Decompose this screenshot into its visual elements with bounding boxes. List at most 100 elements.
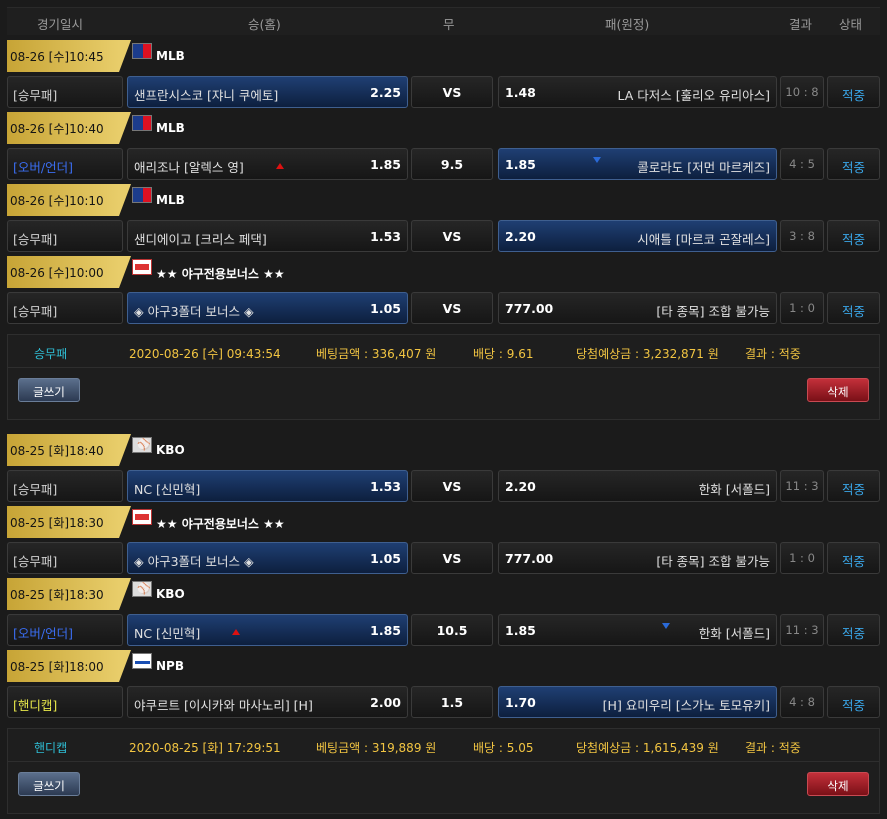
match-score: 3 : 8	[780, 220, 824, 252]
away-option[interactable]: 1.85 콜로라도 [저먼 마르케즈]	[498, 148, 777, 180]
draw-option[interactable]: VS	[411, 292, 493, 324]
home-option[interactable]: 샌디에이고 [크리스 페댁] 1.53	[127, 220, 408, 252]
summary-odds: 배당 : 9.61	[473, 347, 534, 361]
away-odd: 1.85	[505, 623, 536, 638]
write-button[interactable]: 글쓰기	[18, 772, 80, 796]
home-team: ◈ 야구3폴더 보너스 ◈	[134, 304, 254, 319]
match-row: [승무패] 샌프란시스코 [쟈니 쿠에토] 2.25 VS 1.48 LA 다저…	[7, 72, 880, 112]
bet-type: [승무패]	[7, 542, 123, 574]
away-team: [타 종목] 조합 불가능	[656, 554, 770, 569]
away-option[interactable]: 1.70 [H] 요미우리 [스가노 토모유키]	[498, 686, 777, 718]
match-row: [오버/언더] NC [신민혁] 1.85 10.5 1.85 한화 [서폴드]…	[7, 610, 880, 650]
bet-slip: 08-25 [화]18:40 KBO [승무패] NC [신민혁] 1.53 V…	[7, 434, 880, 814]
league-name: MLB	[156, 49, 185, 63]
match-row: [핸디캡] 야쿠르트 [이시카와 마사노리] [H] 2.00 1.5 1.70…	[7, 682, 880, 722]
bet-slip: 08-26 [수]10:45 MLB [승무패] 샌프란시스코 [쟈니 쿠에토]…	[7, 40, 880, 420]
bonus-logo	[132, 259, 152, 275]
summary-expected-win: 당첨예상금 : 3,232,871 원	[576, 347, 719, 361]
match-date: 08-25 [화]18:30	[7, 578, 131, 610]
header-home: 승(홈)	[248, 17, 281, 32]
match-header: 08-25 [화]18:30 KBO	[7, 578, 880, 610]
match-date: 08-26 [수]10:10	[7, 184, 131, 216]
draw-option[interactable]: VS	[411, 470, 493, 502]
match-score: 11 : 3	[780, 614, 824, 646]
away-option[interactable]: 1.85 한화 [서폴드]	[498, 614, 777, 646]
home-option[interactable]: 야쿠르트 [이시카와 마사노리] [H] 2.00	[127, 686, 408, 718]
home-team: 샌프란시스코 [쟈니 쿠에토]	[134, 88, 279, 103]
draw-option[interactable]: 1.5	[411, 686, 493, 718]
header-away: 패(원정)	[605, 17, 650, 32]
away-odd: 1.48	[505, 85, 536, 100]
away-odd: 777.00	[505, 551, 554, 566]
match-score: 10 : 8	[780, 76, 824, 108]
delete-button[interactable]: 삭제	[807, 378, 869, 402]
summary-date: 2020-08-25 [화] 17:29:51	[129, 741, 281, 755]
kbo-logo	[132, 581, 152, 597]
match-header: 08-25 [화]18:00 NPB	[7, 650, 880, 682]
home-team: 샌디에이고 [크리스 페댁]	[134, 232, 267, 247]
arrow-down-icon	[593, 157, 601, 163]
away-option[interactable]: 2.20 시애틀 [마르코 곤잘레스]	[498, 220, 777, 252]
match-score: 4 : 8	[780, 686, 824, 718]
away-option[interactable]: 1.48 LA 다저스 [훌리오 유리아스]	[498, 76, 777, 108]
home-odd: 1.05	[370, 551, 401, 566]
bet-type: [승무패]	[7, 470, 123, 502]
home-odd: 2.00	[370, 695, 401, 710]
draw-option[interactable]: 10.5	[411, 614, 493, 646]
match-status: 적중	[827, 686, 880, 718]
away-option[interactable]: 777.00 [타 종목] 조합 불가능	[498, 292, 777, 324]
match-date: 08-25 [화]18:30	[7, 506, 131, 538]
away-option[interactable]: 777.00 [타 종목] 조합 불가능	[498, 542, 777, 574]
bet-type: [승무패]	[7, 292, 123, 324]
match-status: 적중	[827, 542, 880, 574]
home-option[interactable]: 애리조나 [알렉스 영] 1.85	[127, 148, 408, 180]
home-option[interactable]: ◈ 야구3폴더 보너스 ◈ 1.05	[127, 292, 408, 324]
match-row: [승무패] NC [신민혁] 1.53 VS 2.20 한화 [서폴드] 11 …	[7, 466, 880, 506]
match-row: [승무패] ◈ 야구3폴더 보너스 ◈ 1.05 VS 777.00 [타 종목…	[7, 538, 880, 578]
home-option[interactable]: 샌프란시스코 [쟈니 쿠에토] 2.25	[127, 76, 408, 108]
away-option[interactable]: 2.20 한화 [서폴드]	[498, 470, 777, 502]
header-status: 상태	[839, 17, 863, 32]
match-date: 08-26 [수]10:00	[7, 256, 131, 288]
arrow-down-icon	[662, 623, 670, 629]
league-name: ★★ 야구전용보너스 ★★	[156, 267, 285, 281]
delete-button[interactable]: 삭제	[807, 772, 869, 796]
away-team: 시애틀 [마르코 곤잘레스]	[637, 232, 770, 247]
match-row: [승무패] ◈ 야구3폴더 보너스 ◈ 1.05 VS 777.00 [타 종목…	[7, 288, 880, 328]
slip-summary: 승무패 2020-08-26 [수] 09:43:54 베팅금액 : 336,4…	[7, 334, 880, 368]
league-name: MLB	[156, 121, 185, 135]
home-odd: 1.53	[370, 229, 401, 244]
match-status: 적중	[827, 470, 880, 502]
mlb-logo	[132, 115, 152, 131]
summary-result: 결과 : 적중	[745, 347, 801, 361]
away-team: 한화 [서폴드]	[698, 626, 770, 641]
draw-option[interactable]: VS	[411, 542, 493, 574]
summary-odds: 배당 : 5.05	[473, 741, 534, 755]
summary-type: 승무패	[34, 347, 68, 361]
home-option[interactable]: NC [신민혁] 1.85	[127, 614, 408, 646]
home-odd: 1.85	[370, 623, 401, 638]
draw-option[interactable]: VS	[411, 76, 493, 108]
header-draw: 무	[443, 17, 455, 32]
away-odd: 2.20	[505, 229, 536, 244]
match-date: 08-25 [화]18:40	[7, 434, 131, 466]
away-odd: 777.00	[505, 301, 554, 316]
mlb-logo	[132, 187, 152, 203]
draw-option[interactable]: VS	[411, 220, 493, 252]
away-odd: 1.70	[505, 695, 536, 710]
bet-type: [승무패]	[7, 220, 123, 252]
arrow-up-icon	[232, 629, 240, 635]
match-score: 1 : 0	[780, 292, 824, 324]
summary-result: 결과 : 적중	[745, 741, 801, 755]
home-option[interactable]: ◈ 야구3폴더 보너스 ◈ 1.05	[127, 542, 408, 574]
match-header: 08-26 [수]10:40 MLB	[7, 112, 880, 144]
write-button[interactable]: 글쓰기	[18, 378, 80, 402]
match-row: [승무패] 샌디에이고 [크리스 페댁] 1.53 VS 2.20 시애틀 [마…	[7, 216, 880, 256]
home-odd: 1.53	[370, 479, 401, 494]
draw-option[interactable]: 9.5	[411, 148, 493, 180]
bet-type: [오버/언더]	[7, 148, 123, 180]
home-option[interactable]: NC [신민혁] 1.53	[127, 470, 408, 502]
match-header: 08-25 [화]18:40 KBO	[7, 434, 880, 466]
match-header: 08-25 [화]18:30 ★★ 야구전용보너스 ★★	[7, 506, 880, 538]
match-date: 08-26 [수]10:40	[7, 112, 131, 144]
